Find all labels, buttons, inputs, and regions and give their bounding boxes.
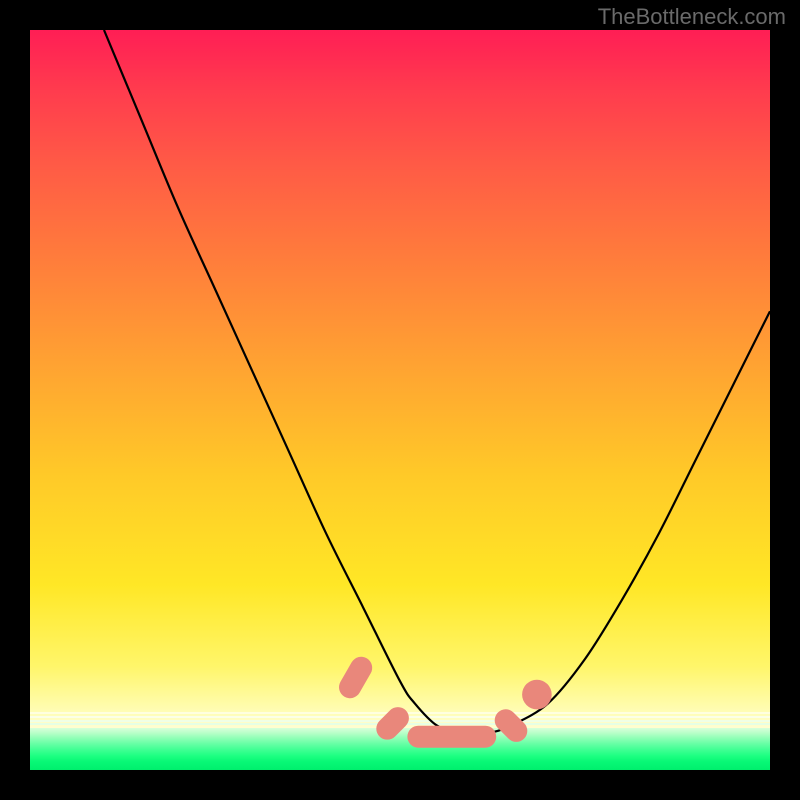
flat-marker-left <box>335 653 376 702</box>
chart-frame: TheBottleneck.com <box>0 0 800 800</box>
watermark-label: TheBottleneck.com <box>598 4 786 30</box>
bottleneck-curve <box>104 30 770 734</box>
plot-area <box>30 30 770 770</box>
flat-marker-mid-l <box>372 703 414 745</box>
flat-marker-mid-r <box>490 705 532 747</box>
flat-marker-right <box>522 680 552 710</box>
flat-marker-center <box>407 726 496 748</box>
curve-svg <box>30 30 770 770</box>
trough-markers <box>335 653 552 748</box>
